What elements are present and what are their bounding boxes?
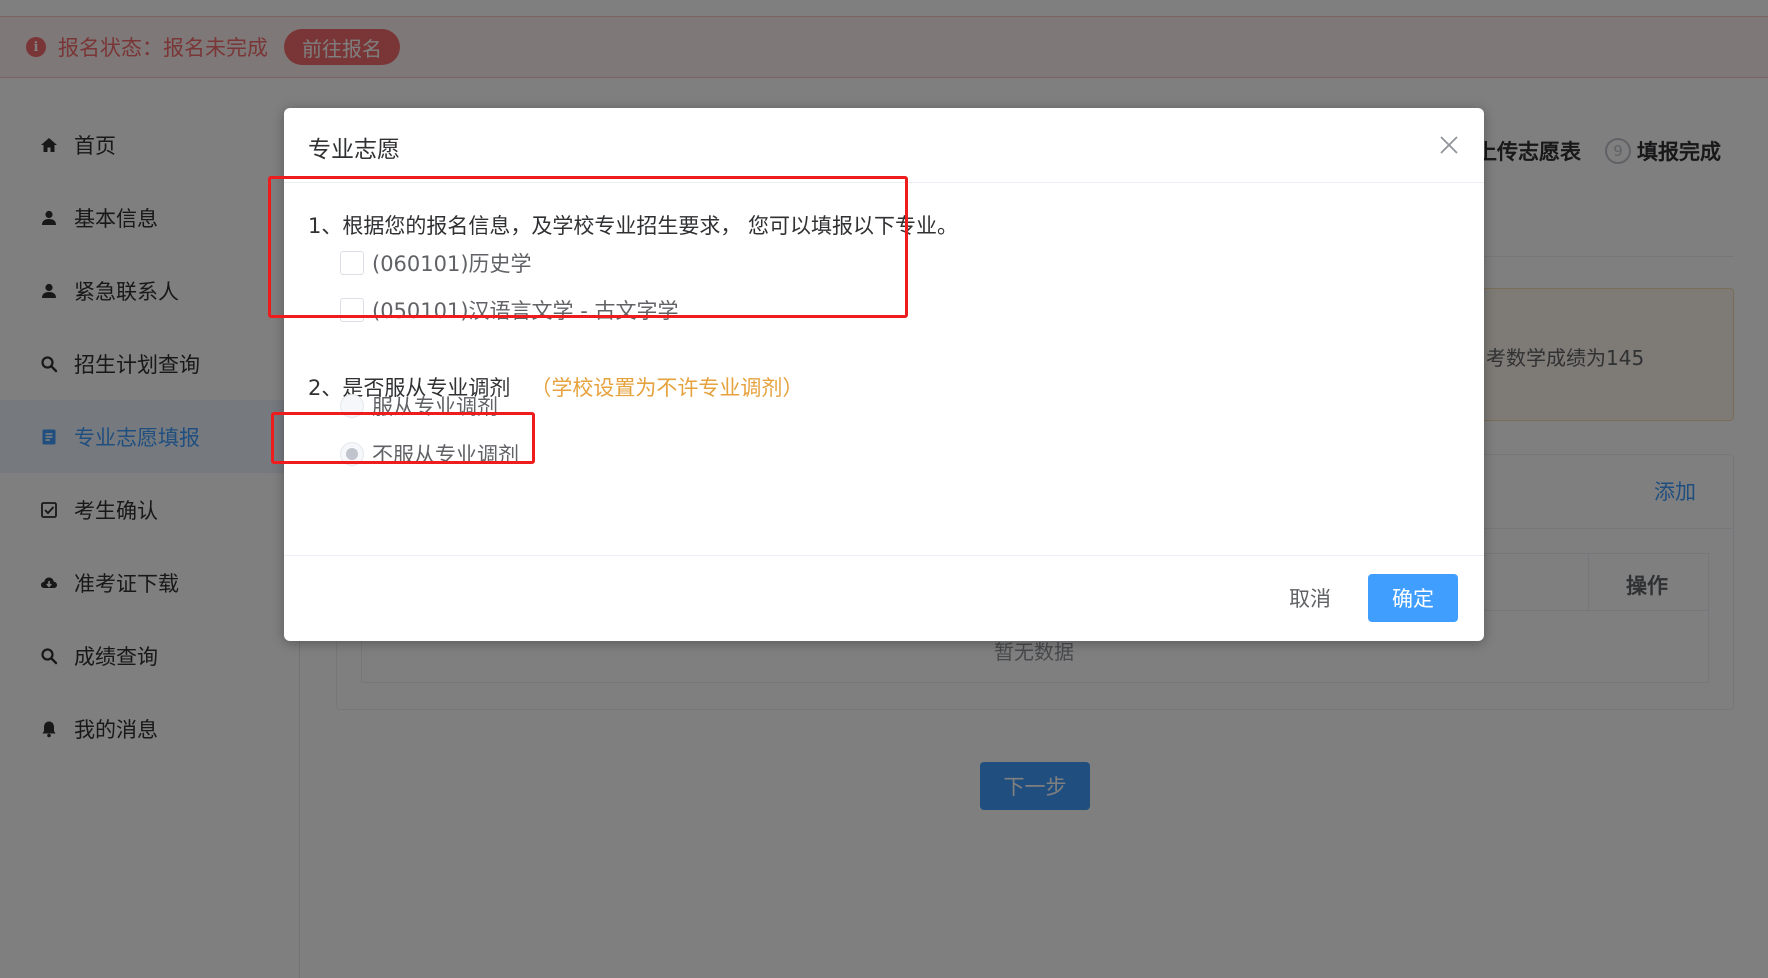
close-icon[interactable] xyxy=(1436,132,1462,158)
annotation-box-decline-adjustment xyxy=(271,412,535,464)
dialog-title: 专业志愿 xyxy=(308,137,400,163)
annotation-box-majors xyxy=(268,176,908,318)
dialog-header: 专业志愿 xyxy=(284,108,1484,183)
confirm-button[interactable]: 确定 xyxy=(1368,574,1458,622)
adjustment-policy-note: （学校设置为不许专业调剂） xyxy=(530,376,804,400)
dialog-footer-divider xyxy=(284,555,1484,556)
cancel-button[interactable]: 取消 xyxy=(1260,574,1360,622)
